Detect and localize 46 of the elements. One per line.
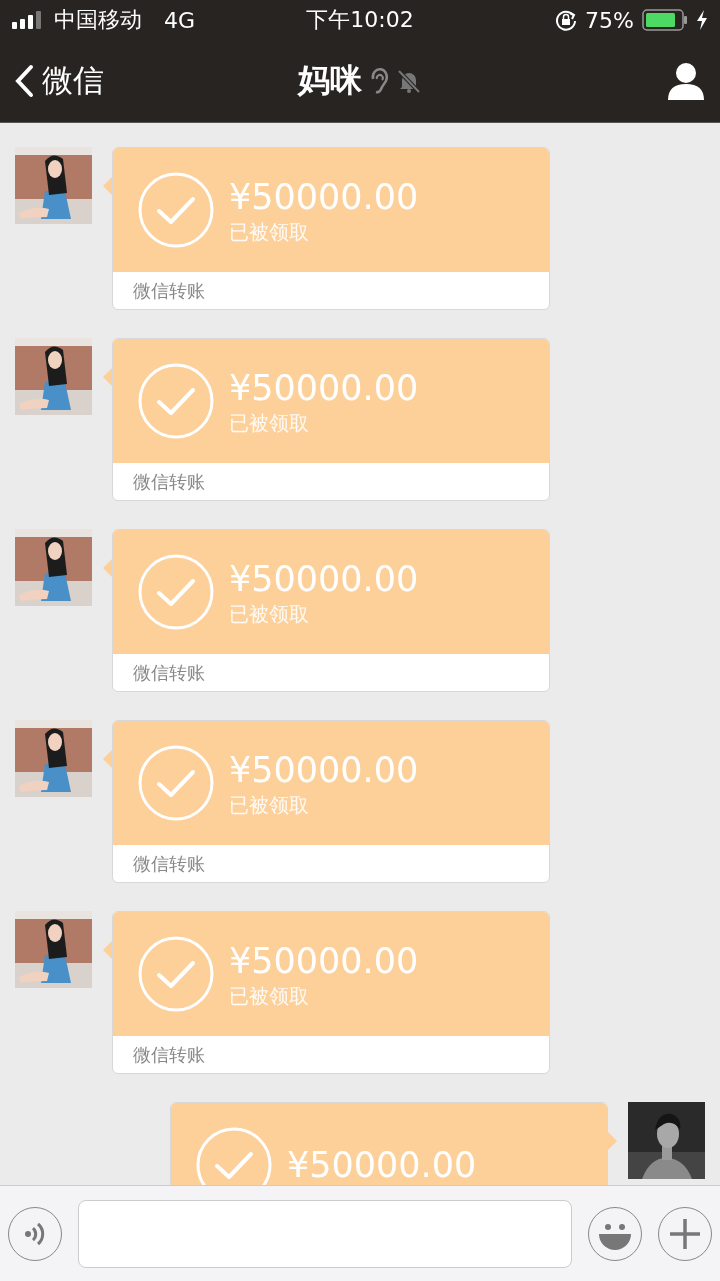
bubble-tail	[608, 1132, 617, 1150]
amount: ¥50000.00	[287, 1144, 477, 1185]
transfer-label: 微信转账	[133, 278, 205, 303]
rotation-lock-icon	[555, 9, 578, 31]
network-type: 4G	[164, 7, 196, 33]
transfer-card[interactable]: ¥50000.00 已被领取 微信转账	[112, 911, 550, 1074]
transfer-status: 已被领取	[229, 409, 309, 437]
amount: ¥50000.00	[229, 748, 419, 792]
plus-icon	[668, 1216, 702, 1251]
transfer-label: 微信转账	[133, 469, 205, 494]
back-button[interactable]: 微信	[14, 60, 298, 102]
carrier-name: 中国移动	[54, 6, 142, 34]
bubble-tail	[103, 368, 112, 386]
amount: ¥50000.00	[229, 366, 419, 410]
check-circle-icon	[137, 553, 215, 631]
check-circle-icon	[137, 362, 215, 440]
check-circle-icon	[137, 171, 215, 249]
clock: 下午10:02	[306, 7, 414, 32]
transfer-label: 微信转账	[133, 851, 205, 876]
amount: ¥50000.00	[229, 175, 419, 219]
transfer-card[interactable]: ¥50000.00 已被领取 微信转账	[112, 338, 550, 501]
bubble-tail	[103, 941, 112, 959]
charging-icon	[696, 10, 708, 30]
mute-bell-icon	[396, 68, 422, 94]
transfer-status: 已被领取	[229, 791, 309, 819]
transfer-status: 已被领取	[229, 982, 309, 1010]
transfer-label: 微信转账	[133, 660, 205, 685]
battery-percent: 75%	[585, 7, 634, 33]
transfer-label: 微信转账	[133, 1042, 205, 1067]
back-chevron-icon	[14, 64, 34, 98]
transfer-card[interactable]: ¥50000.00 已被领取 微信转账	[112, 529, 550, 692]
bubble-tail	[103, 559, 112, 577]
amount: ¥50000.00	[229, 939, 419, 983]
check-circle-icon	[137, 935, 215, 1013]
profile-icon[interactable]	[666, 62, 706, 100]
transfer-card[interactable]: ¥50000.00 已被领取 微信转账	[112, 147, 550, 310]
bubble-tail	[103, 177, 112, 195]
battery-icon	[642, 9, 688, 31]
chat-title: 妈咪	[298, 60, 362, 101]
transfer-card[interactable]: ¥50000.00 已被领取 微信转账	[112, 720, 550, 883]
amount: ¥50000.00	[229, 557, 419, 601]
check-circle-icon	[137, 744, 215, 822]
message-input-field[interactable]	[78, 1199, 572, 1268]
transfer-status: 已被领取	[229, 600, 309, 628]
bubble-tail	[103, 750, 112, 768]
transfer-status: 已被领取	[229, 218, 309, 246]
